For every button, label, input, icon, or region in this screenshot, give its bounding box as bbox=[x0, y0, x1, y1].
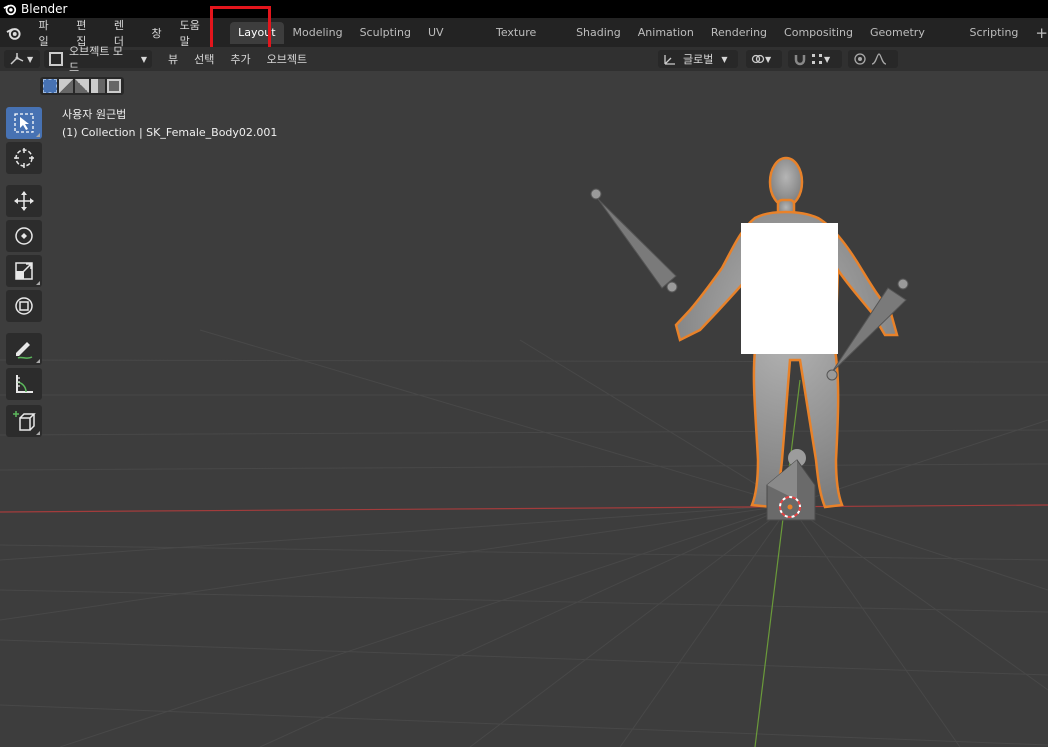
tool-shelf bbox=[6, 107, 44, 440]
title-bar: Blender bbox=[0, 0, 1048, 18]
view-name: 사용자 원근법 bbox=[62, 108, 127, 121]
chevron-down-icon: ▼ bbox=[824, 54, 831, 64]
menu-object[interactable]: 오브젝트 bbox=[259, 51, 315, 67]
tab-animation[interactable]: Animation bbox=[630, 22, 702, 44]
view3d-icon bbox=[10, 53, 24, 65]
snap-toggle[interactable]: ▼ bbox=[788, 50, 842, 68]
censor-box bbox=[741, 223, 838, 354]
left-light-object[interactable] bbox=[590, 188, 678, 293]
tool-gap bbox=[6, 177, 44, 185]
top-menubar: 파일 편집 렌더 창 도움말 Layout Modeling Sculpting… bbox=[0, 17, 1048, 61]
object-mode-icon bbox=[49, 52, 63, 66]
viewport-info: 사용자 원근법 (1) Collection | SK_Female_Body0… bbox=[62, 106, 277, 142]
floor-grid bbox=[0, 329, 1048, 747]
blender-logo-icon bbox=[3, 4, 17, 16]
tool-rotate[interactable] bbox=[6, 220, 42, 252]
tool-measure[interactable] bbox=[6, 368, 42, 400]
tool-move[interactable] bbox=[6, 185, 42, 217]
chevron-down-icon: ▼ bbox=[721, 54, 728, 64]
workspace-tabs: Layout Modeling Sculpting UV Editing Tex… bbox=[230, 18, 1048, 61]
falloff-curve-icon bbox=[871, 53, 887, 65]
select-box-icon bbox=[14, 113, 34, 133]
tab-texture-paint[interactable]: Texture Paint bbox=[488, 22, 567, 61]
x-axis-line bbox=[0, 504, 1048, 513]
tool-add-cube[interactable] bbox=[6, 405, 42, 437]
chevron-down-icon: ▼ bbox=[140, 54, 147, 64]
menu-select[interactable]: 선택 bbox=[186, 51, 222, 67]
tool-options-indicator bbox=[36, 281, 40, 285]
tool-annotate[interactable] bbox=[6, 333, 42, 365]
tool-options-indicator bbox=[36, 359, 40, 363]
menu-window[interactable]: 창 bbox=[143, 25, 171, 41]
menu-file[interactable]: 파일 bbox=[30, 17, 68, 49]
tool-gap bbox=[6, 325, 44, 333]
scale-icon bbox=[15, 262, 33, 280]
move-icon bbox=[14, 191, 34, 211]
tool-options-indicator bbox=[36, 431, 40, 435]
cursor-icon bbox=[14, 148, 34, 168]
tab-sculpting[interactable]: Sculpting bbox=[352, 22, 419, 44]
chevron-down-icon: ▼ bbox=[27, 54, 34, 64]
measure-icon bbox=[16, 375, 33, 393]
add-workspace-button[interactable]: + bbox=[1035, 24, 1048, 42]
tool-select-box[interactable] bbox=[6, 107, 42, 139]
chevron-down-icon: ▼ bbox=[765, 54, 772, 64]
mode-select[interactable]: 오브젝트 모드 ▼ bbox=[44, 45, 152, 74]
tab-uv-editing[interactable]: UV Editing bbox=[420, 22, 487, 61]
transform-orientation-select[interactable]: 글로벌 ▼ bbox=[658, 50, 738, 68]
editor-type-button[interactable]: ▼ bbox=[4, 50, 40, 68]
transform-orientation-label: 글로벌 bbox=[683, 53, 714, 66]
annotate-icon bbox=[16, 342, 33, 359]
tab-rendering[interactable]: Rendering bbox=[703, 22, 775, 44]
viewport-header: ▼ 오브젝트 모드 ▼ 뷰 선택 추가 오브젝트 글로벌 ▼ ▼ ▼ bbox=[0, 45, 1048, 74]
orientation-icon bbox=[664, 55, 675, 65]
blender-menu-icon[interactable] bbox=[6, 25, 22, 41]
magnet-icon bbox=[794, 55, 806, 66]
menu-add[interactable]: 추가 bbox=[222, 51, 258, 67]
tab-compositing[interactable]: Compositing bbox=[776, 22, 861, 44]
viewport-3d[interactable] bbox=[0, 71, 1048, 747]
proportional-icon bbox=[854, 53, 866, 65]
tab-shading[interactable]: Shading bbox=[568, 22, 629, 44]
tool-transform[interactable] bbox=[6, 290, 42, 322]
tab-modeling[interactable]: Modeling bbox=[285, 22, 351, 44]
add-cube-icon bbox=[13, 411, 36, 431]
tab-scripting[interactable]: Scripting bbox=[961, 22, 1026, 44]
menu-view[interactable]: 뷰 bbox=[160, 51, 186, 67]
collection-info: (1) Collection | SK_Female_Body02.001 bbox=[62, 126, 278, 139]
tool-options-indicator bbox=[36, 133, 40, 137]
transform-icon bbox=[15, 297, 33, 315]
window-title: Blender bbox=[21, 2, 68, 16]
snap-increment-icon bbox=[812, 54, 822, 64]
pivot-point-select[interactable]: ▼ bbox=[746, 50, 782, 68]
tab-geometry-nodes[interactable]: Geometry Nodes bbox=[862, 22, 961, 61]
rotate-icon bbox=[15, 227, 33, 245]
tool-cursor[interactable] bbox=[6, 142, 42, 174]
proportional-edit[interactable] bbox=[848, 50, 898, 68]
tool-scale[interactable] bbox=[6, 255, 42, 287]
pivot-icon bbox=[751, 54, 765, 64]
